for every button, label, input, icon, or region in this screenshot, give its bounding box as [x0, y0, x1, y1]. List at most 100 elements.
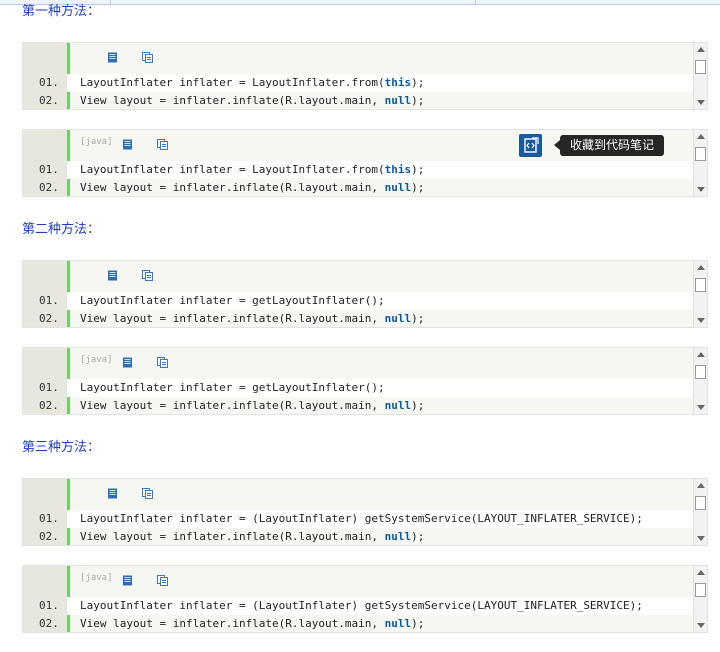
view-plain-icon[interactable]	[106, 485, 119, 498]
code-text: View layout = inflater.inflate(R.layout.…	[80, 528, 424, 545]
code-line: 02. View layout = inflater.inflate(R.layo…	[23, 615, 693, 632]
vertical-scrollbar[interactable]	[693, 130, 707, 196]
code-block: 01. LayoutInflater inflater = LayoutInfla…	[22, 42, 708, 110]
code-block: 01. LayoutInflater inflater = getLayoutIn…	[22, 260, 708, 328]
section-heading: 第二种方法：	[22, 222, 101, 237]
scroll-down-arrow[interactable]	[697, 405, 705, 410]
code-block: 01. LayoutInflater inflater = (LayoutInfl…	[22, 478, 708, 546]
view-plain-icon[interactable]	[106, 267, 119, 280]
language-label: [java]	[80, 137, 113, 147]
copy-icon[interactable]	[156, 572, 169, 586]
code-plain: LayoutInflater inflater = getLayoutInfla…	[80, 381, 385, 394]
line-number: 01.	[23, 74, 67, 92]
code-text: LayoutInflater inflater = getLayoutInfla…	[80, 379, 385, 397]
code-plain: LayoutInflater inflater = LayoutInflater…	[80, 76, 385, 89]
line-number: 02.	[23, 615, 67, 632]
line-number: 02.	[23, 92, 67, 109]
copy-icon[interactable]	[156, 136, 169, 150]
code-toolbar: [java]	[80, 353, 169, 368]
code-keyword: null	[384, 312, 412, 325]
save-snippet-button[interactable]	[519, 134, 542, 157]
code-plain: );	[411, 163, 425, 176]
vertical-scrollbar[interactable]	[693, 43, 707, 109]
scrollbar-thumb[interactable]	[695, 278, 706, 292]
line-number: 01.	[23, 597, 67, 615]
code-toolbar	[80, 48, 154, 63]
vertical-scrollbar[interactable]	[693, 566, 707, 632]
line-number: 02.	[23, 528, 67, 545]
section-heading: 第一种方法：	[22, 4, 101, 19]
code-line: 01. LayoutInflater inflater = (LayoutInfl…	[23, 510, 693, 528]
save-snippet-tooltip: 收藏到代码笔记	[553, 135, 665, 156]
code-block: [java] 01. LayoutInflater inflater = getLa…	[22, 347, 708, 415]
code-text: LayoutInflater inflater = getLayoutInfla…	[80, 292, 385, 310]
code-text: View layout = inflater.inflate(R.layout.…	[80, 397, 425, 414]
code-text: View layout = inflater.inflate(R.layout.…	[80, 92, 425, 109]
copy-icon[interactable]	[156, 354, 169, 368]
code-plain: );	[411, 76, 425, 89]
copy-icon[interactable]	[141, 49, 154, 63]
code-plain: );	[411, 399, 425, 412]
section-heading: 第三种方法：	[22, 440, 101, 455]
scrollbar-thumb[interactable]	[695, 147, 706, 161]
line-number: 01.	[23, 379, 67, 397]
line-number: 01.	[23, 292, 67, 310]
vertical-scrollbar[interactable]	[693, 348, 707, 414]
scroll-down-arrow[interactable]	[697, 187, 705, 192]
code-text: LayoutInflater inflater = LayoutInflater…	[80, 74, 424, 92]
code-text: LayoutInflater inflater = (LayoutInflate…	[80, 597, 643, 615]
view-plain-icon[interactable]	[121, 136, 134, 149]
code-toolbar: [java]	[80, 571, 169, 586]
scrollbar-thumb[interactable]	[695, 365, 706, 379]
scroll-down-arrow[interactable]	[697, 623, 705, 628]
scroll-up-arrow[interactable]	[697, 47, 705, 52]
code-toolbar	[80, 266, 154, 281]
code-text: LayoutInflater inflater = (LayoutInflate…	[80, 510, 643, 528]
language-label: [java]	[80, 573, 113, 583]
view-plain-icon[interactable]	[106, 49, 119, 62]
code-text: LayoutInflater inflater = LayoutInflater…	[80, 161, 424, 179]
code-line: 02. View layout = inflater.inflate(R.layo…	[23, 310, 693, 327]
code-toolbar: [java]	[80, 135, 169, 150]
code-plain: LayoutInflater inflater = LayoutInflater…	[80, 163, 385, 176]
code-keyword: null	[384, 617, 412, 630]
code-plain: );	[411, 94, 425, 107]
scrollbar-thumb[interactable]	[695, 583, 706, 597]
vertical-scrollbar[interactable]	[693, 261, 707, 327]
line-number: 02.	[23, 310, 67, 327]
language-label: [java]	[80, 355, 113, 365]
scroll-up-arrow[interactable]	[697, 352, 705, 357]
scroll-up-arrow[interactable]	[697, 134, 705, 139]
scroll-up-arrow[interactable]	[697, 570, 705, 575]
scrollbar-thumb[interactable]	[695, 496, 706, 510]
scroll-up-arrow[interactable]	[697, 265, 705, 270]
code-line: 02. View layout = inflater.inflate(R.layo…	[23, 397, 693, 414]
scroll-up-arrow[interactable]	[697, 483, 705, 488]
code-line: 02. View layout = inflater.inflate(R.layo…	[23, 179, 693, 196]
vertical-scrollbar[interactable]	[693, 479, 707, 545]
code-text: View layout = inflater.inflate(R.layout.…	[80, 179, 425, 196]
code-keyword: null	[384, 94, 412, 107]
scroll-down-arrow[interactable]	[697, 100, 705, 105]
code-plain: );	[411, 617, 425, 630]
code-keyword: null	[384, 530, 412, 543]
code-keyword: this	[384, 76, 412, 89]
code-line: 01. LayoutInflater inflater = LayoutInfla…	[23, 161, 693, 179]
code-plain: );	[411, 181, 425, 194]
code-keyword: null	[384, 399, 412, 412]
code-line: 01. LayoutInflater inflater = getLayoutIn…	[23, 379, 693, 397]
copy-icon[interactable]	[141, 267, 154, 281]
scroll-down-arrow[interactable]	[697, 318, 705, 323]
code-text: View layout = inflater.inflate(R.layout.…	[80, 615, 425, 632]
view-plain-icon[interactable]	[121, 354, 134, 367]
scroll-down-arrow[interactable]	[697, 536, 705, 541]
scrollbar-thumb[interactable]	[695, 60, 706, 74]
copy-icon[interactable]	[141, 485, 154, 499]
view-plain-icon[interactable]	[121, 572, 134, 585]
code-plain: View layout = inflater.inflate(R.layout.…	[80, 617, 385, 630]
line-number: 02.	[23, 397, 67, 414]
code-plain: LayoutInflater inflater = (LayoutInflate…	[80, 512, 643, 525]
line-number: 01.	[23, 161, 67, 179]
code-plain: View layout = inflater.inflate(R.layout.…	[80, 312, 385, 325]
code-keyword: null	[384, 181, 412, 194]
